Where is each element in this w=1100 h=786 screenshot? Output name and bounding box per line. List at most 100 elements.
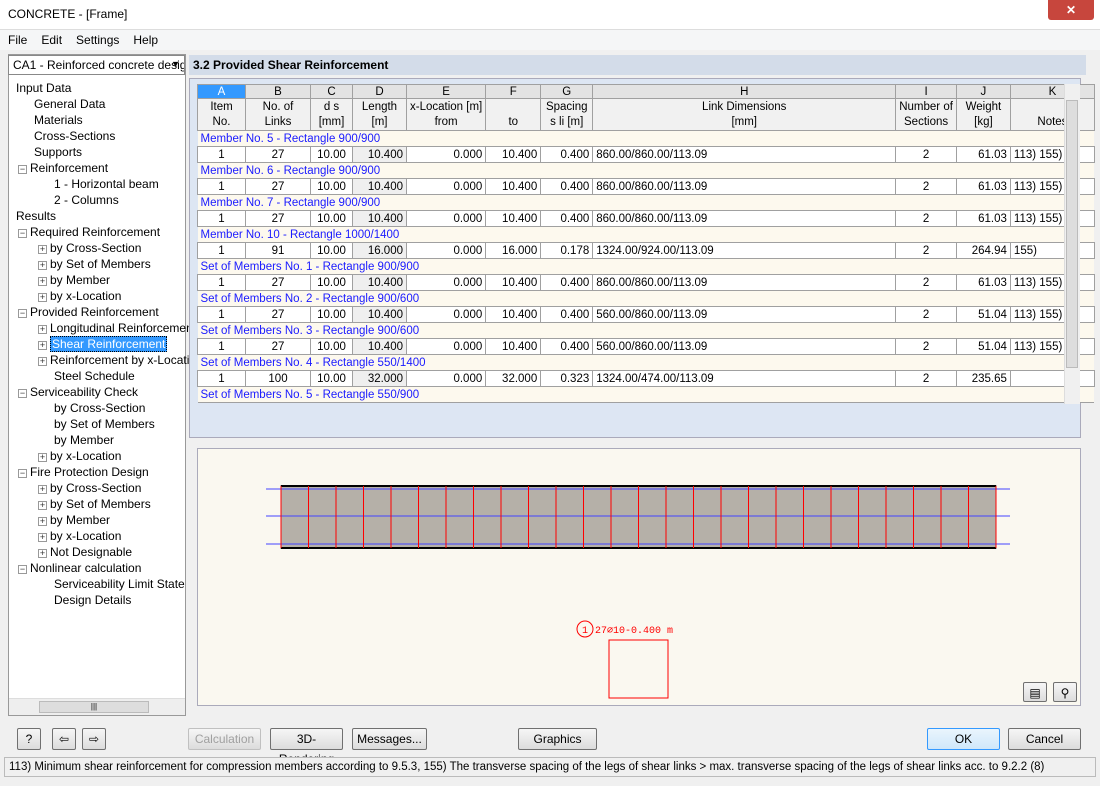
table-cell[interactable]: 10.00 xyxy=(310,338,353,355)
menu-help[interactable]: Help xyxy=(125,30,164,47)
tree-item[interactable]: Input Data xyxy=(16,80,71,96)
table-cell[interactable]: 10.400 xyxy=(352,306,407,323)
tree-item[interactable]: Design Details xyxy=(54,592,131,608)
table-cell[interactable]: 2 xyxy=(895,306,957,323)
tree-item[interactable]: + Not Designable xyxy=(38,544,132,560)
tree-item[interactable]: Cross-Sections xyxy=(34,128,115,144)
table-cell[interactable]: 0.000 xyxy=(405,146,487,163)
tree-item[interactable]: by Set of Members xyxy=(54,416,155,432)
tree-item[interactable]: + by x-Location xyxy=(38,288,121,304)
table-cell[interactable]: 0.400 xyxy=(540,274,594,291)
tree-item[interactable]: − Reinforcement xyxy=(18,160,108,176)
table-cell[interactable]: 0.400 xyxy=(540,338,594,355)
tree-horizontal-scrollbar[interactable]: ||| xyxy=(9,698,185,715)
table-cell[interactable]: 1324.00/924.00/113.09 xyxy=(592,242,897,259)
tree-item[interactable]: − Serviceability Check xyxy=(18,384,138,400)
table-cell[interactable]: 10.00 xyxy=(310,210,353,227)
column-letter[interactable]: B xyxy=(245,84,311,99)
3d-rendering-button[interactable]: 3D-Rendering xyxy=(270,728,343,766)
table-cell[interactable]: 1 xyxy=(197,242,246,259)
column-letter[interactable]: C xyxy=(310,84,353,99)
tree-item[interactable]: − Fire Protection Design xyxy=(18,464,149,480)
tree-item[interactable]: + by Member xyxy=(38,512,110,528)
table-cell[interactable]: 51.04 xyxy=(955,306,1011,323)
export-icon[interactable]: ⇨ xyxy=(82,728,106,750)
table-cell[interactable]: 16.000 xyxy=(352,242,407,259)
table-cell[interactable]: 10.00 xyxy=(310,242,353,259)
close-button[interactable]: ✕ xyxy=(1048,0,1094,20)
table-cell[interactable]: 32.000 xyxy=(352,370,407,387)
column-letter[interactable]: K xyxy=(1009,84,1095,99)
expand-icon[interactable]: + xyxy=(38,261,47,270)
table-cell[interactable]: 10.400 xyxy=(485,306,542,323)
table-cell[interactable]: 10.400 xyxy=(352,274,407,291)
tree-item[interactable]: − Required Reinforcement xyxy=(18,224,160,240)
table-cell[interactable]: 2 xyxy=(895,242,957,259)
table-cell[interactable]: 91 xyxy=(245,242,311,259)
tree-item[interactable]: Serviceability Limit State xyxy=(54,576,185,592)
expand-icon[interactable]: + xyxy=(38,501,47,510)
table-cell[interactable]: 61.03 xyxy=(955,210,1011,227)
expand-icon[interactable]: + xyxy=(38,453,47,462)
table-cell[interactable]: 10.00 xyxy=(310,178,353,195)
table-cell[interactable]: 2 xyxy=(895,210,957,227)
tree-item[interactable]: + Shear Reinforcement xyxy=(38,336,168,352)
column-letter[interactable]: E xyxy=(405,84,487,99)
table-cell[interactable]: 10.00 xyxy=(310,306,353,323)
table-cell[interactable]: 10.00 xyxy=(310,274,353,291)
table-cell[interactable]: 560.00/860.00/113.09 xyxy=(592,306,897,323)
expand-icon[interactable]: + xyxy=(38,549,47,558)
table-cell[interactable]: 0.178 xyxy=(540,242,594,259)
column-letter[interactable]: A xyxy=(197,84,246,99)
tree-item[interactable]: + by Set of Members xyxy=(38,256,151,272)
table-cell[interactable]: 2 xyxy=(895,274,957,291)
table-cell[interactable]: 61.03 xyxy=(955,178,1011,195)
table-cell[interactable]: 860.00/860.00/113.09 xyxy=(592,178,897,195)
table-cell[interactable]: 0.400 xyxy=(540,306,594,323)
table-cell[interactable]: 61.03 xyxy=(955,146,1011,163)
table-cell[interactable]: 0.400 xyxy=(540,146,594,163)
table-cell[interactable]: 10.400 xyxy=(352,338,407,355)
ok-button[interactable]: OK xyxy=(927,728,1000,750)
tree-item[interactable]: Results xyxy=(16,208,56,224)
tree-item[interactable]: General Data xyxy=(34,96,105,112)
table-cell[interactable]: 264.94 xyxy=(955,242,1011,259)
table-cell[interactable]: 32.000 xyxy=(485,370,542,387)
expand-icon[interactable]: + xyxy=(38,357,47,366)
table-cell[interactable]: 155) xyxy=(1009,242,1095,259)
tree-item[interactable]: 2 - Columns xyxy=(54,192,119,208)
table-cell[interactable]: 860.00/860.00/113.09 xyxy=(592,274,897,291)
table-cell[interactable]: 51.04 xyxy=(955,338,1011,355)
graphics-button[interactable]: Graphics xyxy=(518,728,597,750)
column-letter[interactable]: F xyxy=(485,84,542,99)
expand-icon[interactable]: + xyxy=(38,245,47,254)
tree-item[interactable]: + by Set of Members xyxy=(38,496,151,512)
table-cell[interactable]: 27 xyxy=(245,210,311,227)
table-cell[interactable]: 27 xyxy=(245,338,311,355)
column-letter[interactable]: H xyxy=(592,84,897,99)
column-letter[interactable]: D xyxy=(352,84,407,99)
table-cell[interactable]: 0.000 xyxy=(405,370,487,387)
table-cell[interactable]: 560.00/860.00/113.09 xyxy=(592,338,897,355)
collapse-icon[interactable]: − xyxy=(18,565,27,574)
expand-icon[interactable]: + xyxy=(38,485,47,494)
table-cell[interactable]: 2 xyxy=(895,338,957,355)
table-cell[interactable]: 860.00/860.00/113.09 xyxy=(592,210,897,227)
collapse-icon[interactable]: − xyxy=(18,229,27,238)
table-cell[interactable]: 10.00 xyxy=(310,146,353,163)
tree-item[interactable]: + by Member xyxy=(38,272,110,288)
table-cell[interactable]: 16.000 xyxy=(485,242,542,259)
table-cell[interactable]: 1 xyxy=(197,306,246,323)
tree-item[interactable]: Steel Schedule xyxy=(54,368,135,384)
table-cell[interactable]: 27 xyxy=(245,178,311,195)
expand-icon[interactable]: + xyxy=(38,277,47,286)
table-cell[interactable]: 10.400 xyxy=(485,146,542,163)
table-cell[interactable]: 860.00/860.00/113.09 xyxy=(592,146,897,163)
expand-icon[interactable]: + xyxy=(38,293,47,302)
table-cell[interactable]: 2 xyxy=(895,370,957,387)
table-cell[interactable]: 1 xyxy=(197,210,246,227)
expand-icon[interactable]: + xyxy=(38,341,47,350)
table-cell[interactable]: 27 xyxy=(245,274,311,291)
column-letter[interactable]: J xyxy=(955,84,1011,99)
menu-file[interactable]: File xyxy=(0,30,33,47)
